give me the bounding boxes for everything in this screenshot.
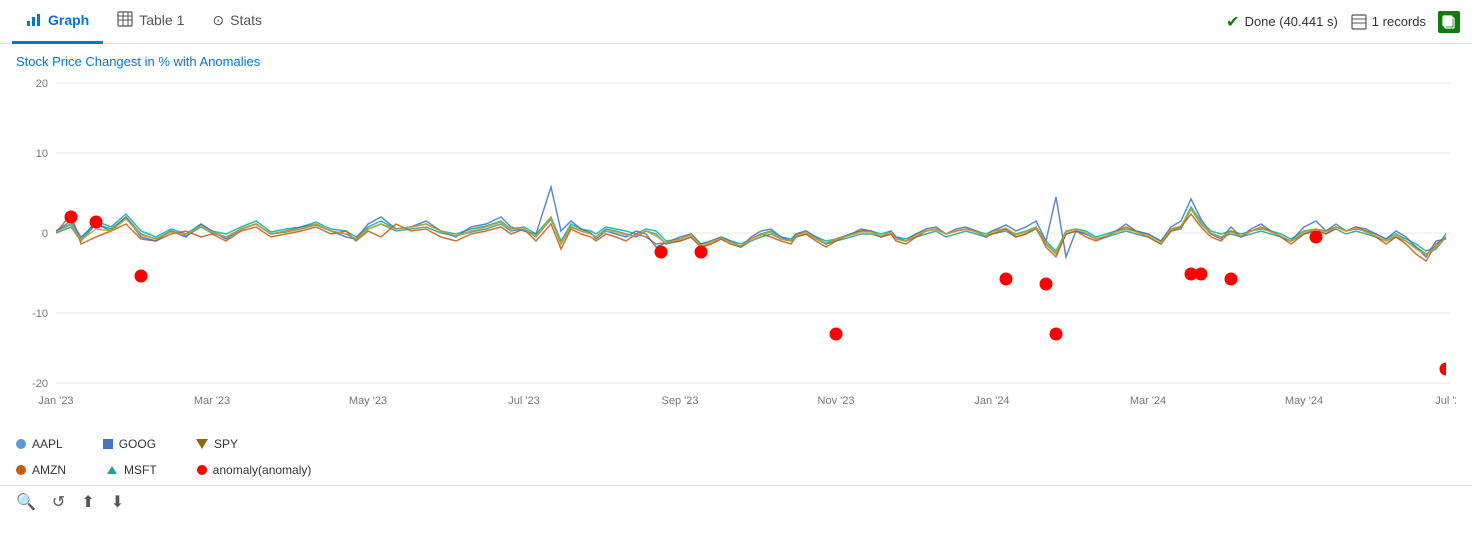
svg-text:Mar '24: Mar '24 [1130, 395, 1166, 407]
stats-icon: ⊙ [212, 12, 224, 29]
svg-text:0: 0 [42, 228, 48, 240]
export-up-icon[interactable]: ⬆ [81, 492, 94, 512]
svg-text:Sep '23: Sep '23 [662, 395, 699, 407]
tab-graph[interactable]: Graph [12, 0, 103, 44]
tab-table1[interactable]: Table 1 [103, 0, 198, 44]
svg-text:Jan '23: Jan '23 [38, 395, 73, 407]
table-icon [117, 11, 133, 30]
svg-text:10: 10 [36, 148, 48, 160]
anomaly-label: anomaly(anomaly) [213, 463, 312, 477]
legend-goog: GOOG [103, 437, 156, 451]
records-icon [1350, 13, 1368, 31]
svg-text:Jul '24: Jul '24 [1435, 395, 1456, 407]
svg-text:-10: -10 [32, 308, 48, 320]
records-badge: 1 records [1350, 13, 1426, 31]
svg-text:-20: -20 [32, 378, 48, 390]
goog-label: GOOG [119, 437, 156, 451]
legend-msft: MSFT [106, 463, 157, 477]
copy-button[interactable] [1438, 11, 1460, 33]
top-bar: Graph Table 1 ⊙ Stats ✔ Done (40.441 s) [0, 0, 1472, 44]
done-badge: ✔ Done (40.441 s) [1226, 12, 1338, 32]
export-down-icon[interactable]: ⬇ [111, 492, 124, 512]
svg-text:May '23: May '23 [349, 395, 387, 407]
legend-anomaly: anomaly(anomaly) [197, 463, 312, 477]
legend-spy: SPY [196, 437, 238, 451]
anomaly-dot [197, 465, 207, 475]
svg-text:May '24: May '24 [1285, 395, 1323, 407]
done-label: Done (40.441 s) [1245, 14, 1338, 29]
svg-text:20: 20 [36, 78, 48, 90]
spy-tri [196, 439, 208, 449]
chart-container: 20 10 0 -10 -20 Jan '23 Mar '23 May '23 … [16, 69, 1456, 429]
legend-area: AAPL GOOG SPY AMZN MSFT anomaly(anomaly) [0, 429, 1472, 485]
search-icon[interactable]: 🔍 [16, 492, 36, 512]
aapl-label: AAPL [32, 437, 63, 451]
chart-area: Stock Price Changest in % with Anomalies… [0, 44, 1472, 557]
refresh-icon[interactable]: ↺ [52, 492, 65, 512]
legend-amzn: AMZN [16, 463, 66, 477]
svg-text:Mar '23: Mar '23 [194, 395, 230, 407]
svg-text:Jul '23: Jul '23 [508, 395, 539, 407]
svg-text:Jan '24: Jan '24 [974, 395, 1009, 407]
legend-aapl: AAPL [16, 437, 63, 451]
aapl-dot [16, 439, 26, 449]
status-area: ✔ Done (40.441 s) 1 records [1226, 11, 1460, 33]
check-icon: ✔ [1226, 12, 1239, 32]
chart-title: Stock Price Changest in % with Anomalies [0, 50, 1472, 69]
amzn-label: AMZN [32, 463, 66, 477]
tab-stats-label: Stats [230, 12, 262, 28]
goog-square [103, 439, 113, 449]
amzn-dot [16, 465, 26, 475]
chart-svg: 20 10 0 -10 -20 Jan '23 Mar '23 May '23 … [16, 69, 1456, 429]
graph-icon [26, 11, 42, 30]
tab-table1-label: Table 1 [139, 12, 184, 28]
spy-label: SPY [214, 437, 238, 451]
tab-stats[interactable]: ⊙ Stats [198, 0, 276, 44]
svg-text:Nov '23: Nov '23 [818, 395, 855, 407]
msft-tri [106, 464, 118, 476]
msft-label: MSFT [124, 463, 157, 477]
toolbar: 🔍 ↺ ⬆ ⬇ [0, 485, 1472, 518]
records-label: 1 records [1372, 14, 1426, 29]
tab-graph-label: Graph [48, 12, 89, 28]
